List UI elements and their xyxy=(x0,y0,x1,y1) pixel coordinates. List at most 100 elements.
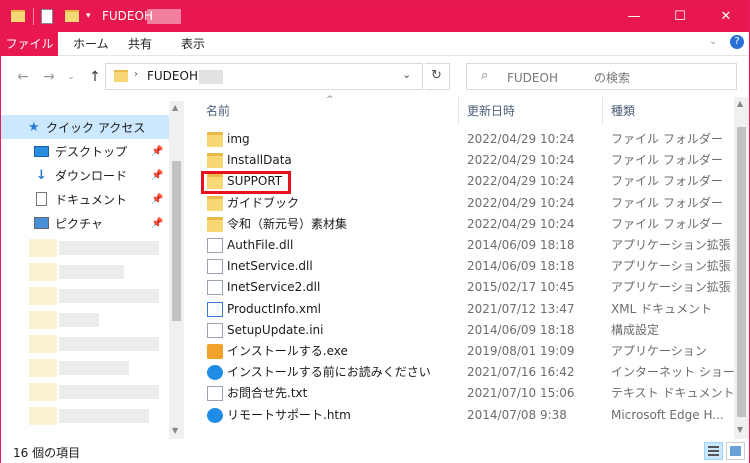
file-type: アプリケーション拡張 xyxy=(611,259,731,274)
recent-locations-chevron-icon[interactable]: ⌄ xyxy=(61,67,81,87)
file-icon xyxy=(207,280,223,296)
refresh-button[interactable]: ↻ xyxy=(425,63,450,90)
column-header-date[interactable]: 更新日時 xyxy=(467,97,515,125)
nav-scrollbar[interactable]: ▲ ▼ xyxy=(169,101,184,439)
scroll-down-icon[interactable]: ▼ xyxy=(737,425,743,434)
table-row[interactable]: ProductInfo.xml 2021/07/12 13:47 XML ドキュメン… xyxy=(199,299,729,320)
nav-label: ダウンロード xyxy=(55,168,128,183)
column-separator[interactable] xyxy=(458,97,459,125)
pin-icon[interactable]: 📌 xyxy=(151,218,163,229)
edge-icon xyxy=(207,365,223,381)
nav-item-downloads[interactable]: ↓ ダウンロード 📌 xyxy=(1,163,169,187)
file-icon xyxy=(207,322,223,338)
nav-quick-access[interactable]: ★ クイック アクセス xyxy=(1,115,169,139)
large-icons-view-icon xyxy=(730,446,741,456)
file-date: 2021/07/12 13:47 xyxy=(467,301,575,316)
file-type: ファイル フォルダー xyxy=(611,216,723,231)
nav-item-desktop[interactable]: デスクトップ 📌 xyxy=(1,139,169,163)
redacted-nav-label xyxy=(59,313,99,327)
pin-icon[interactable]: 📌 xyxy=(151,194,163,205)
pin-icon[interactable]: 📌 xyxy=(151,170,163,181)
file-type: インターネット ショート... xyxy=(611,365,736,380)
item-count: 16 個の項目 xyxy=(13,446,81,460)
redacted-nav-icon xyxy=(29,383,57,401)
folder-icon xyxy=(114,70,128,82)
file-name: SetupUpdate.ini xyxy=(227,322,324,337)
back-arrow-icon[interactable]: ← xyxy=(13,67,33,87)
details-view-button[interactable] xyxy=(704,442,723,460)
table-row[interactable]: InetService.dll 2014/06/09 18:18 アプリケーション拡… xyxy=(199,256,731,277)
file-list: ^ 名前 更新日時 種類 img 2022/04/29 10:24 ファイル フォル… xyxy=(184,95,736,439)
redacted-nav-icon xyxy=(29,311,57,329)
support-highlight-box xyxy=(201,171,291,194)
title-redaction xyxy=(147,9,181,24)
table-row[interactable]: SetupUpdate.ini 2014/06/09 18:18 構成設定 xyxy=(199,320,729,341)
redacted-nav-icon xyxy=(29,287,57,305)
table-row[interactable]: インストールする.exe 2019/08/01 19:09 アプリケーション xyxy=(199,341,729,362)
up-arrow-icon[interactable]: ↑ xyxy=(85,67,105,87)
list-scroll-thumb[interactable] xyxy=(737,127,746,417)
close-button[interactable]: ✕ xyxy=(703,1,749,32)
file-date: 2014/06/09 18:18 xyxy=(467,259,575,274)
file-type: 構成設定 xyxy=(611,322,660,337)
properties-icon[interactable] xyxy=(41,7,53,25)
file-date: 2022/04/29 10:24 xyxy=(467,174,575,189)
scroll-down-icon[interactable]: ▼ xyxy=(172,426,178,435)
column-separator[interactable] xyxy=(602,97,603,125)
nav-item-pictures[interactable]: ピクチャ 📌 xyxy=(1,211,169,235)
address-bar[interactable]: › FUDEOH ⌄ xyxy=(105,63,423,90)
maximize-button[interactable]: ☐ xyxy=(657,1,703,32)
file-date: 2022/04/29 10:24 xyxy=(467,216,575,231)
scroll-up-icon[interactable]: ▲ xyxy=(737,99,743,108)
redacted-nav-icon xyxy=(29,239,57,257)
table-row[interactable]: お問合せ先.txt 2021/07/10 15:06 テキスト ドキュメント xyxy=(199,383,734,404)
file-type: アプリケーション拡張 xyxy=(611,280,731,295)
file-type: XML ドキュメント xyxy=(611,301,713,316)
edge-icon xyxy=(207,407,223,423)
new-folder-icon[interactable] xyxy=(65,7,79,25)
table-row[interactable]: ガイドブック 2022/04/29 10:24 ファイル フォルダー xyxy=(199,193,729,214)
customize-qa-chevron-icon[interactable]: ▾ xyxy=(86,7,91,25)
table-row[interactable]: リモートサポート.htm 2014/07/08 9:38 Microsoft Edg… xyxy=(199,405,729,426)
desktop-icon xyxy=(34,145,49,157)
download-icon: ↓ xyxy=(36,167,47,183)
file-type: テキスト ドキュメント xyxy=(611,386,735,401)
scroll-up-icon[interactable]: ▲ xyxy=(172,103,178,112)
tab-file[interactable]: ファイル xyxy=(1,32,58,56)
table-row[interactable]: インストールする前にお読みください 2021/07/16 16:42 インターネット… xyxy=(199,362,736,383)
minimize-button[interactable]: — xyxy=(611,1,657,32)
tab-view[interactable]: 表示 xyxy=(171,32,215,56)
table-row[interactable]: InstallData 2022/04/29 10:24 ファイル フォルダー xyxy=(199,150,729,171)
nav-scroll-thumb[interactable] xyxy=(172,161,181,321)
file-date: 2014/07/08 9:38 xyxy=(467,407,567,422)
search-placeholder: FUDEOH の検索 xyxy=(507,71,630,85)
breadcrumb[interactable]: FUDEOH xyxy=(147,69,198,83)
sort-indicator-icon: ^ xyxy=(326,95,334,105)
table-row[interactable]: img 2022/04/29 10:24 ファイル フォルダー xyxy=(199,129,729,150)
navigation-pane: ★ クイック アクセス デスクトップ 📌 ↓ ダウンロード 📌 ドキュメント 📌… xyxy=(1,101,184,439)
table-row[interactable]: InetService2.dll 2015/02/17 10:45 アプリケーション… xyxy=(199,277,731,298)
file-type: アプリケーション xyxy=(611,344,707,358)
column-header-name[interactable]: 名前 xyxy=(206,97,230,125)
table-row[interactable]: 令和（新元号）素材集 2022/04/29 10:24 ファイル フォルダー xyxy=(199,214,729,235)
expand-ribbon-chevron-icon[interactable]: ⌄ xyxy=(709,36,717,47)
column-header-type[interactable]: 種類 xyxy=(611,97,635,125)
forward-arrow-icon[interactable]: → xyxy=(39,67,59,87)
tab-home[interactable]: ホーム xyxy=(63,32,119,56)
table-row[interactable]: AuthFile.dll 2014/06/09 18:18 アプリケーション拡張 xyxy=(199,235,731,256)
nav-item-documents[interactable]: ドキュメント 📌 xyxy=(1,187,169,211)
search-input[interactable]: ⌕ FUDEOH の検索 xyxy=(466,63,737,90)
help-icon[interactable]: ? xyxy=(730,35,744,49)
list-scrollbar[interactable]: ▲ ▼ xyxy=(734,97,749,439)
documents-icon xyxy=(36,192,47,206)
refresh-icon: ↻ xyxy=(431,68,442,83)
file-date: 2015/02/17 10:45 xyxy=(467,280,575,295)
tab-share[interactable]: 共有 xyxy=(118,32,162,56)
file-name: お問合せ先.txt xyxy=(227,386,308,401)
window-title: FUDEOH xyxy=(102,9,153,23)
address-dropdown-chevron-icon[interactable]: ⌄ xyxy=(402,68,411,81)
file-name: InetService2.dll xyxy=(227,280,321,295)
pin-icon[interactable]: 📌 xyxy=(151,146,163,157)
large-icons-view-button[interactable] xyxy=(726,442,745,460)
redacted-nav-label xyxy=(59,265,124,279)
